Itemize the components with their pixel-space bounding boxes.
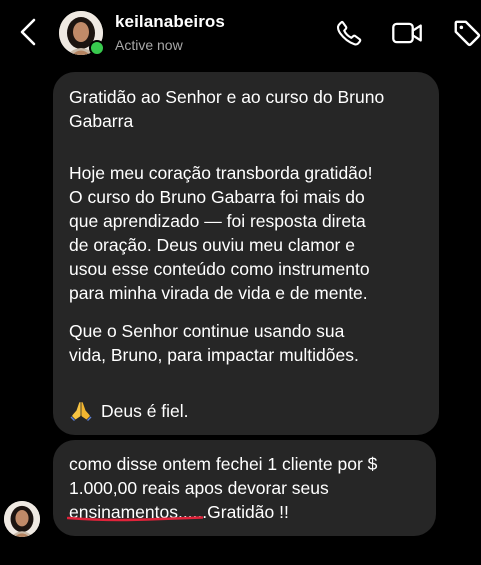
praying-hands-icon — [70, 402, 92, 421]
phone-icon — [336, 20, 362, 46]
message-title: Gratidão ao Senhor e ao curso do Bruno G… — [69, 87, 385, 131]
message-line: como disse ontem fechei 1 cliente por $ — [69, 454, 378, 474]
message-bubble[interactable]: como disse ontem fechei 1 cliente por $ … — [53, 440, 436, 536]
profile-avatar[interactable] — [59, 11, 105, 56]
activity-status: Active now — [115, 37, 183, 53]
message-sign-off: Deus é fiel. — [69, 399, 425, 423]
video-camera-icon — [392, 22, 422, 44]
back-button[interactable] — [14, 16, 42, 48]
sender-avatar[interactable] — [4, 501, 40, 537]
message-bubble[interactable]: Gratidão ao Senhor e ao curso do Bruno G… — [53, 72, 439, 435]
sign-off-text: Deus é fiel. — [101, 401, 189, 421]
tag-button[interactable] — [451, 17, 481, 49]
online-status-dot — [89, 40, 105, 56]
red-underline-annotation — [67, 516, 203, 522]
chat-header: keilanabeiros Active now — [0, 0, 481, 66]
chevron-left-icon — [20, 18, 36, 46]
message-paragraph: Hoje meu coração transborda gratidão! O … — [69, 163, 373, 303]
chat-username[interactable]: keilanabeiros — [115, 12, 225, 32]
tag-icon — [454, 20, 481, 47]
video-call-button[interactable] — [391, 17, 423, 49]
avatar-image — [4, 501, 40, 537]
message-line: 1.000,00 reais apos devorar seus — [69, 478, 329, 498]
message-paragraph: Que o Senhor continue usando sua vida, B… — [69, 321, 359, 365]
voice-call-button[interactable] — [333, 17, 365, 49]
message-text: como disse ontem fechei 1 cliente por $ … — [69, 452, 425, 524]
